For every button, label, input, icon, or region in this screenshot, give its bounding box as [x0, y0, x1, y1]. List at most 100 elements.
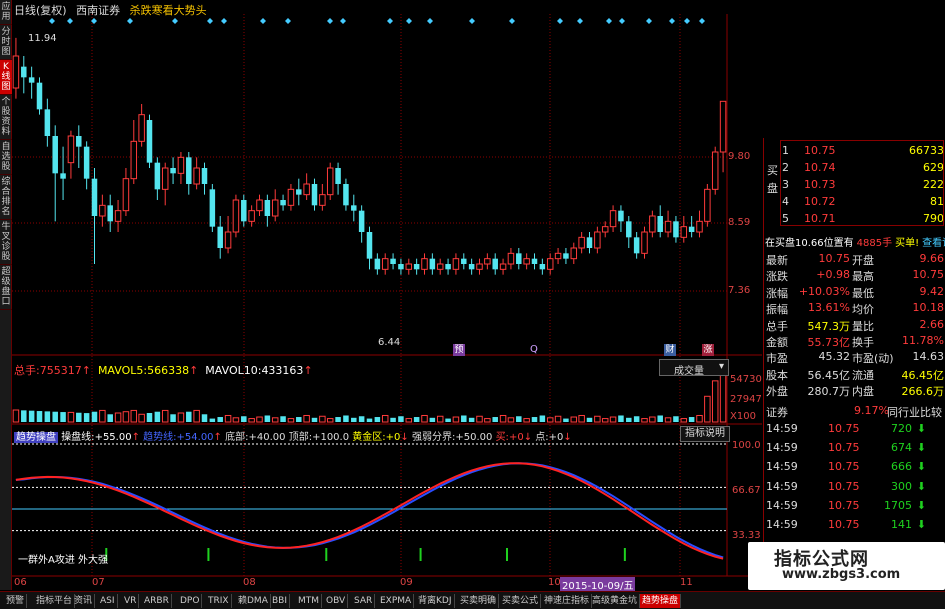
- trade-time: 14:59: [766, 518, 798, 531]
- indicator-tab[interactable]: 指标平台: [34, 594, 76, 608]
- indicator-tab[interactable]: DPO: [178, 594, 203, 608]
- left-tab[interactable]: 个股资料: [0, 95, 12, 140]
- trade-price: 10.75: [828, 518, 860, 531]
- trend-line-value: +54.00: [176, 432, 214, 443]
- indicator-tab[interactable]: ARBR: [142, 594, 172, 608]
- left-tab[interactable]: 应用: [0, 0, 12, 25]
- kline-chart[interactable]: [12, 14, 762, 591]
- x-axis-tick: 10: [548, 577, 561, 588]
- operation-line: [15, 462, 724, 560]
- candle-body: [296, 189, 302, 195]
- price-axis-tick: 9.80: [728, 151, 751, 162]
- candle-body: [186, 157, 192, 184]
- volume-bar: [91, 411, 98, 422]
- down-arrow-icon: ⬇: [916, 518, 926, 531]
- indicator-tab[interactable]: 买卖公式: [500, 594, 542, 608]
- indicator-tab[interactable]: 买卖明确: [458, 594, 500, 608]
- trade-volume: 300: [891, 479, 912, 493]
- candle-body: [303, 183, 310, 196]
- mavol10-value: 433163: [261, 364, 304, 377]
- event-marker[interactable]: 预: [453, 344, 465, 356]
- status-volume: 4885手: [856, 238, 893, 249]
- indicator-tab[interactable]: 资讯: [72, 594, 96, 608]
- volume-bar: [224, 414, 232, 423]
- candle-body: [468, 264, 475, 270]
- indicator-tab[interactable]: MTM: [296, 594, 323, 608]
- volume-bar: [405, 418, 413, 423]
- event-marker[interactable]: 涨: [702, 344, 714, 356]
- volume-bar: [122, 411, 130, 423]
- candle-body: [264, 200, 271, 216]
- indicator-name[interactable]: 趋势操盘: [14, 432, 58, 443]
- candle-body: [358, 210, 365, 232]
- event-marker[interactable]: Q: [530, 344, 538, 355]
- indicator-tab[interactable]: VR: [122, 594, 140, 608]
- indicator-tab[interactable]: 神速庄指标: [542, 594, 593, 608]
- candle-body: [28, 77, 35, 83]
- indicator-tab[interactable]: SAR: [352, 594, 376, 608]
- candle-body: [673, 221, 679, 238]
- boundary-value: +50.00: [455, 432, 493, 443]
- trade-price: 10.75: [828, 441, 860, 455]
- order-book-frame: [780, 140, 944, 226]
- left-tab[interactable]: K线图: [0, 60, 12, 95]
- volume-bar: [578, 414, 585, 423]
- signal-diamond-icon: [260, 18, 266, 24]
- left-tab[interactable]: 超级盘口: [0, 265, 12, 310]
- quote-value: 45.32: [818, 350, 851, 364]
- indicator-help-button[interactable]: 指标说明: [680, 426, 730, 442]
- status-link[interactable]: 查看详细: [922, 238, 945, 249]
- trade-price: 10.75: [828, 479, 860, 493]
- left-tab[interactable]: 自选股: [0, 140, 12, 175]
- volume-bar: [241, 416, 247, 422]
- quote-label: 量比: [852, 319, 874, 333]
- quote-value: 10.18: [912, 301, 945, 315]
- down-arrow-icon: ⬇: [916, 441, 926, 455]
- volume-axis-tick: 54730: [730, 374, 762, 385]
- left-tab[interactable]: 综合排名: [0, 175, 12, 220]
- indicator-tab[interactable]: ASI: [98, 594, 118, 608]
- trade-price: 10.75: [828, 498, 860, 512]
- signal-diamond-icon: [285, 18, 291, 24]
- indicator-tab[interactable]: 趋势操盘: [640, 594, 682, 608]
- signal-diamond-icon: [577, 18, 583, 24]
- volume-bar: [256, 416, 263, 423]
- volume-bar: [44, 411, 51, 422]
- down-arrow-icon: ⬇: [916, 460, 926, 474]
- quote-label: 最高: [852, 270, 874, 284]
- left-tab[interactable]: 牛叉诊股: [0, 220, 12, 265]
- trade-row: 14:59 10.75 674 ⬇: [764, 439, 945, 457]
- volume-bar: [343, 415, 349, 422]
- volume-bar: [657, 415, 663, 422]
- indicator-tab[interactable]: BBI: [270, 594, 291, 608]
- signal-diamond-icon: [127, 18, 133, 24]
- volume-bar: [146, 413, 153, 422]
- sector-row[interactable]: 证券 9.17% 同行业比较: [764, 403, 945, 419]
- indicator-tab[interactable]: TRIX: [206, 594, 232, 608]
- indicator-tab[interactable]: EXPMA: [378, 594, 415, 608]
- signal-diamond-icon: [646, 18, 652, 24]
- event-marker[interactable]: 财: [664, 344, 676, 356]
- trade-time: 14:59: [766, 479, 798, 493]
- low-price-label: 6.44: [378, 337, 401, 348]
- volume-bar: [664, 417, 672, 423]
- left-tab[interactable]: 分时图: [0, 25, 12, 60]
- candle-body: [381, 258, 389, 270]
- volume-bar: [641, 418, 648, 423]
- signal-diamond-icon: [606, 18, 612, 24]
- volume-dropdown[interactable]: 成交量 ▾: [659, 359, 729, 377]
- candle-body: [170, 168, 176, 174]
- indicator-tab[interactable]: 背离KDJ: [416, 594, 455, 608]
- trade-volume: 674: [891, 441, 912, 455]
- volume-bar: [452, 416, 460, 423]
- indicator-tab[interactable]: 赖DMA: [236, 594, 271, 608]
- volume-bar: [335, 417, 341, 422]
- candle-body: [319, 194, 326, 206]
- indicator-tab[interactable]: OBV: [324, 594, 349, 608]
- top-value: +100.0: [312, 432, 350, 443]
- candle-body: [516, 253, 522, 264]
- indicator-tab[interactable]: 预警: [4, 594, 28, 608]
- volume-bar: [170, 414, 176, 422]
- price-axis-tick: 8.59: [728, 217, 751, 228]
- indicator-tab[interactable]: 高级黄金坑: [590, 594, 641, 608]
